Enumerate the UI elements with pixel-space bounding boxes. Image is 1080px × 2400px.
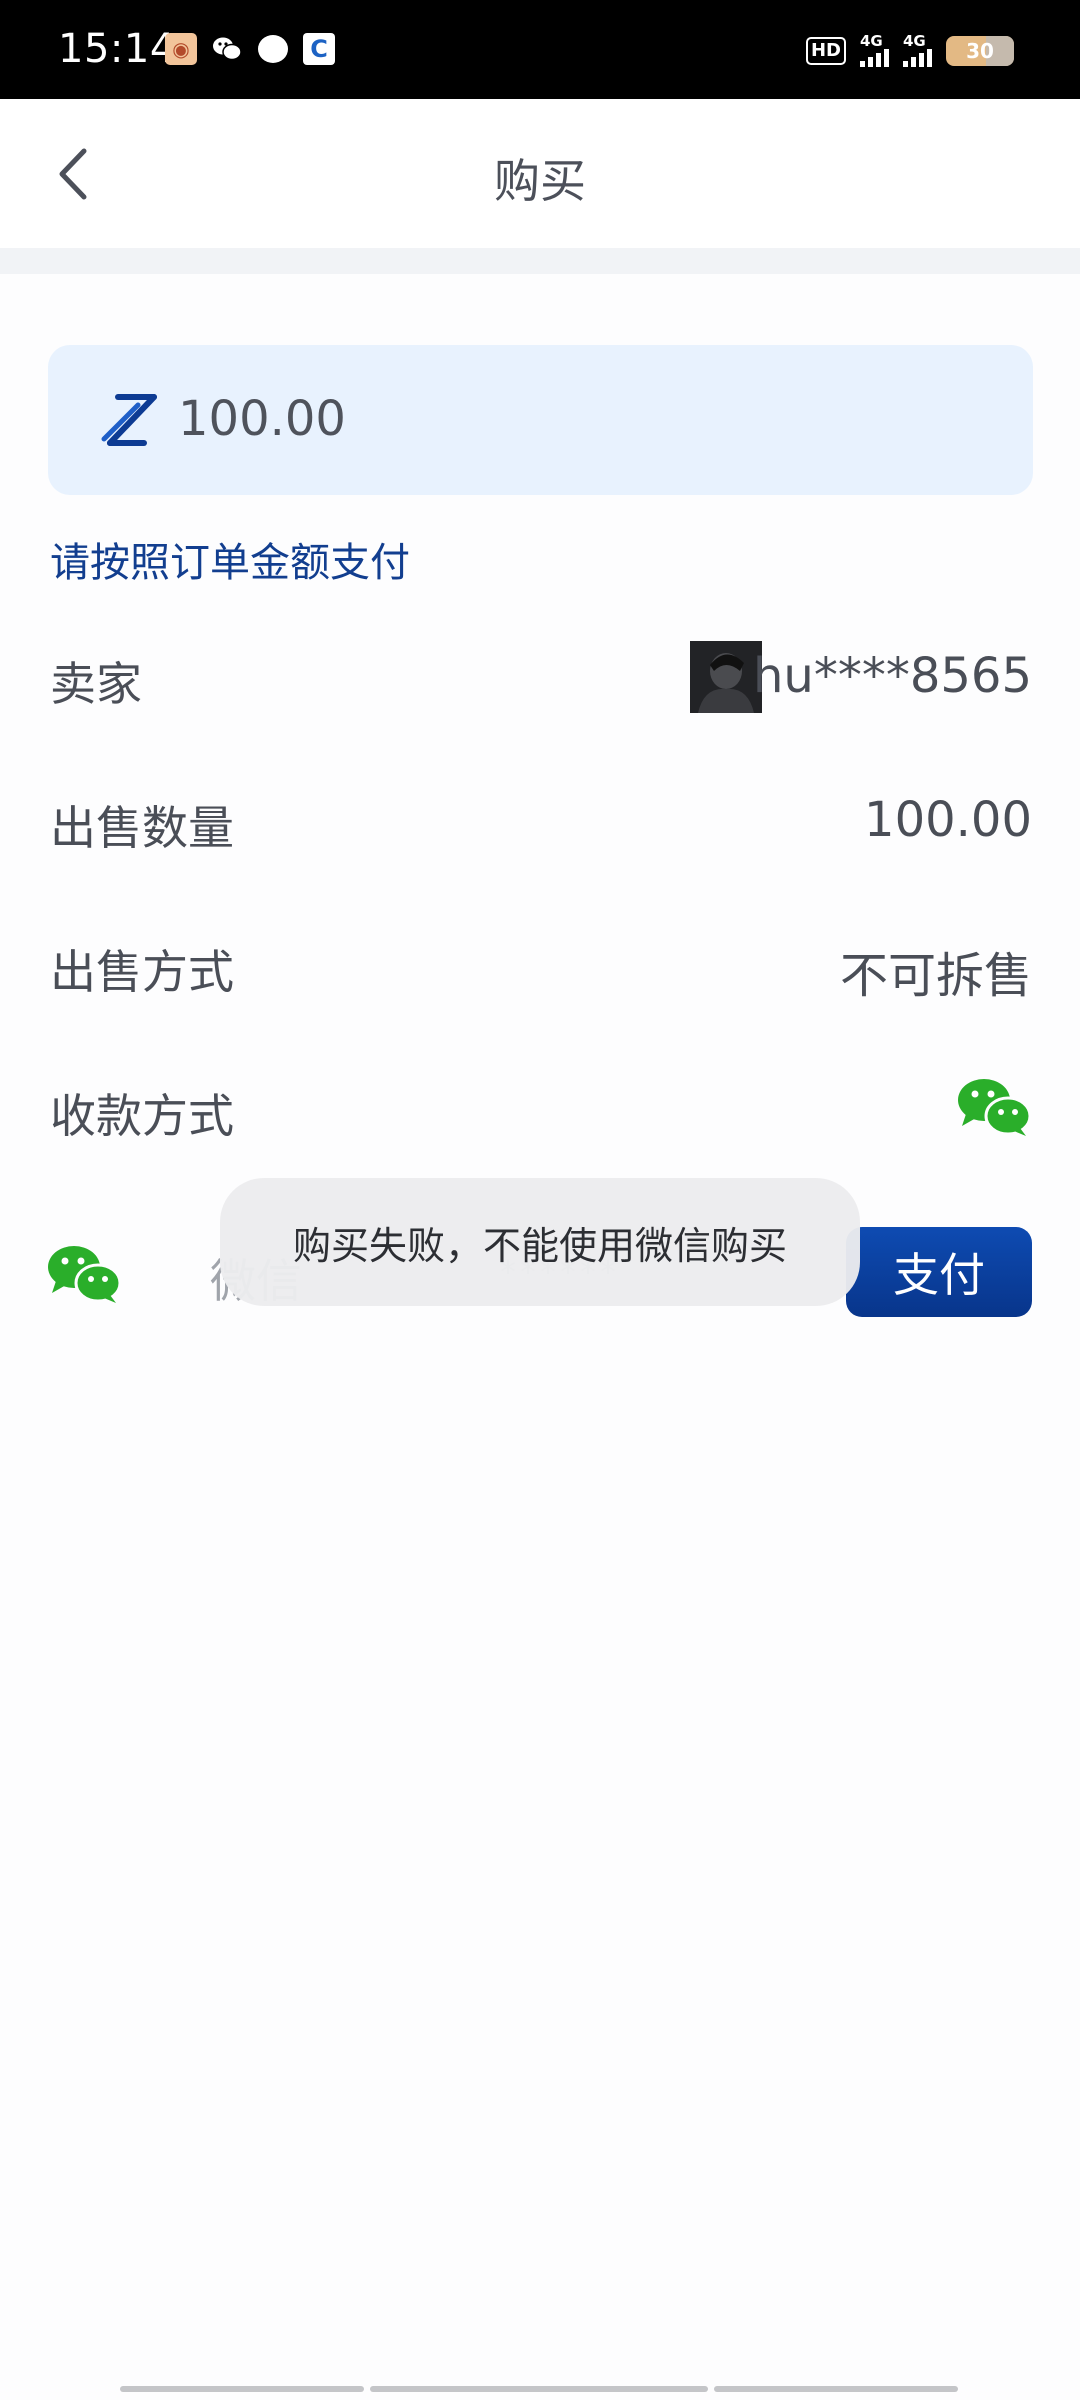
sale-mode-row: 出售方式 不可拆售 (50, 924, 1032, 1004)
signal-icon-1: 4G (860, 34, 889, 67)
error-toast: 购买失败，不能使用微信购买 (220, 1178, 860, 1306)
nav-bar: 购买 (0, 99, 1080, 248)
wechat-icon (48, 1246, 122, 1303)
hd-voice-icon: HD (805, 36, 846, 65)
wechat-icon (958, 1079, 1032, 1136)
seller-label: 卖家 (50, 657, 142, 711)
status-time: 15:14 (58, 26, 176, 72)
payment-method-row: 收款方式 (50, 1068, 1032, 1148)
battery-level: 30 (966, 38, 994, 63)
app-notification-icon: ◉ (165, 33, 197, 65)
signal-icon-2: 4G (903, 34, 932, 67)
quantity-value: 100.00 (864, 792, 1032, 848)
avatar (690, 641, 762, 713)
seller-name: hu****8565 (753, 648, 1032, 704)
amount-card: 100.00 (48, 345, 1033, 495)
network-type-1: 4G (860, 32, 883, 50)
pay-button[interactable]: 支付 (846, 1227, 1032, 1317)
network-type-2: 4G (903, 32, 926, 50)
order-amount: 100.00 (178, 391, 346, 447)
sale-mode-value: 不可拆售 (839, 948, 1032, 1004)
battery-icon: 30 (946, 35, 1014, 66)
browser-notification-icon: C (303, 33, 335, 65)
z-coin-icon (101, 394, 157, 446)
payment-hint: 请按照订单金额支付 (50, 540, 410, 586)
quantity-label: 出售数量 (50, 801, 234, 855)
wechat-notification-icon (211, 33, 243, 65)
gesture-bar[interactable] (120, 2386, 960, 2392)
message-notification-icon (257, 33, 289, 65)
header-divider (0, 248, 1080, 274)
status-bar: 15:14 ◉ C HD 4G 4G 30 (0, 0, 1080, 99)
system-status-icons: HD 4G 4G 30 (805, 34, 1014, 67)
seller-row: 卖家 hu****8565 (50, 636, 1032, 716)
quantity-row: 出售数量 100.00 (50, 780, 1032, 860)
payment-method-label: 收款方式 (50, 1089, 234, 1143)
page-title: 购买 (494, 154, 586, 208)
sale-mode-label: 出售方式 (50, 945, 234, 999)
notification-icons: ◉ C (165, 33, 335, 65)
